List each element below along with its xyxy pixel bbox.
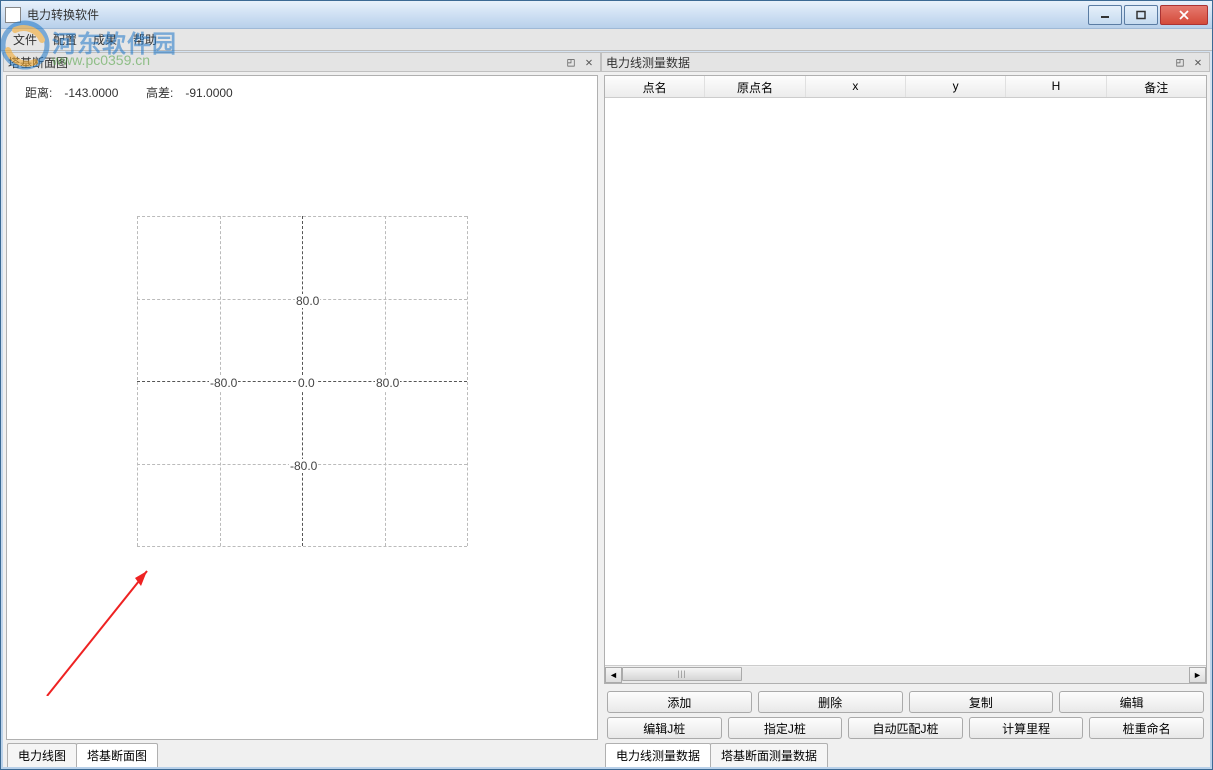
dock-icon[interactable]: ◰	[564, 55, 578, 69]
scroll-track[interactable]	[622, 667, 1189, 683]
minimize-button[interactable]	[1088, 5, 1122, 25]
auto-match-jstake-button[interactable]: 自动匹配J桩	[848, 717, 963, 739]
left-pane-title: 塔基断面图	[8, 54, 560, 71]
window-frame: 电力转换软件 文件 配置 成果 帮助 塔基断面图 ◰ ✕	[0, 0, 1213, 770]
button-row-1: 添加 删除 复制 编辑	[607, 691, 1204, 713]
content-area: 塔基断面图 ◰ ✕ 距离:-143.0000 高差:-91.0000	[3, 52, 1210, 767]
x-tick-neg: -80.0	[209, 376, 238, 390]
chart-panel: 距离:-143.0000 高差:-91.0000	[6, 75, 598, 740]
left-pane-header: 塔基断面图 ◰ ✕	[3, 52, 601, 72]
right-pane: 电力线测量数据 ◰ ✕ 点名 原点名 x y H 备注 ◄	[601, 52, 1210, 767]
right-pane-tabs: 电力线测量数据 塔基断面测量数据	[601, 743, 1210, 767]
table-header: 点名 原点名 x y H 备注	[605, 76, 1206, 98]
button-rows: 添加 删除 复制 编辑 编辑J桩 指定J桩 自动匹配J桩 计算里程 桩重命名	[601, 687, 1210, 743]
table-panel: 点名 原点名 x y H 备注 ◄ ►	[604, 75, 1207, 684]
scroll-left-icon[interactable]: ◄	[605, 667, 622, 683]
col-h[interactable]: H	[1006, 76, 1106, 97]
close-icon	[1178, 10, 1190, 20]
edit-button[interactable]: 编辑	[1059, 691, 1204, 713]
right-pane-header: 电力线测量数据 ◰ ✕	[601, 52, 1210, 72]
rename-stake-button[interactable]: 桩重命名	[1089, 717, 1204, 739]
edit-jstake-button[interactable]: 编辑J桩	[607, 717, 722, 739]
assign-jstake-button[interactable]: 指定J桩	[728, 717, 843, 739]
y-tick-pos: 80.0	[295, 294, 320, 308]
menu-file[interactable]: 文件	[5, 29, 45, 50]
tab-powerline-data[interactable]: 电力线测量数据	[605, 743, 711, 767]
menu-results[interactable]: 成果	[85, 29, 125, 50]
chart-grid: -80.0 0.0 80.0 80.0 -80.0	[137, 216, 467, 546]
table-area: 点名 原点名 x y H 备注 ◄ ►	[605, 76, 1206, 683]
menu-help[interactable]: 帮助	[125, 29, 165, 50]
titlebar: 电力转换软件	[1, 1, 1212, 29]
maximize-icon	[1135, 10, 1147, 20]
maximize-button[interactable]	[1124, 5, 1158, 25]
chart-info: 距离:-143.0000 高差:-91.0000	[25, 84, 257, 101]
pane-close-icon[interactable]: ✕	[582, 55, 596, 69]
window-controls	[1086, 5, 1208, 25]
horizontal-scrollbar[interactable]: ◄ ►	[605, 665, 1206, 683]
tab-powerline-chart[interactable]: 电力线图	[7, 743, 77, 767]
col-remark[interactable]: 备注	[1107, 76, 1206, 97]
tab-tower-section-chart[interactable]: 塔基断面图	[76, 743, 158, 767]
tab-tower-section-data[interactable]: 塔基断面测量数据	[710, 743, 828, 767]
calc-mileage-button[interactable]: 计算里程	[969, 717, 1084, 739]
distance-label: 距离:-143.0000	[25, 86, 130, 100]
col-y[interactable]: y	[906, 76, 1006, 97]
col-orig-point-name[interactable]: 原点名	[705, 76, 805, 97]
scroll-right-icon[interactable]: ►	[1189, 667, 1206, 683]
window-title: 电力转换软件	[27, 6, 1086, 23]
table-body[interactable]	[605, 98, 1206, 665]
minimize-icon	[1099, 10, 1111, 20]
pane-close-icon[interactable]: ✕	[1191, 55, 1205, 69]
height-label: 高差:-91.0000	[146, 86, 245, 100]
left-pane: 塔基断面图 ◰ ✕ 距离:-143.0000 高差:-91.0000	[3, 52, 601, 767]
close-button[interactable]	[1160, 5, 1208, 25]
y-tick-neg: -80.0	[289, 459, 318, 473]
button-row-2: 编辑J桩 指定J桩 自动匹配J桩 计算里程 桩重命名	[607, 717, 1204, 739]
col-point-name[interactable]: 点名	[605, 76, 705, 97]
copy-button[interactable]: 复制	[909, 691, 1054, 713]
left-pane-tabs: 电力线图 塔基断面图	[3, 743, 601, 767]
x-tick-zero: 0.0	[297, 376, 316, 390]
add-button[interactable]: 添加	[607, 691, 752, 713]
app-icon	[5, 7, 21, 23]
col-x[interactable]: x	[806, 76, 906, 97]
chart-area[interactable]: 距离:-143.0000 高差:-91.0000	[7, 76, 597, 739]
x-tick-pos: 80.0	[375, 376, 400, 390]
delete-button[interactable]: 删除	[758, 691, 903, 713]
dock-icon[interactable]: ◰	[1173, 55, 1187, 69]
menubar: 文件 配置 成果 帮助	[1, 29, 1212, 51]
scroll-thumb[interactable]	[622, 667, 742, 681]
right-pane-title: 电力线测量数据	[606, 54, 1169, 71]
arrow-annotation	[37, 566, 157, 696]
menu-config[interactable]: 配置	[45, 29, 85, 50]
